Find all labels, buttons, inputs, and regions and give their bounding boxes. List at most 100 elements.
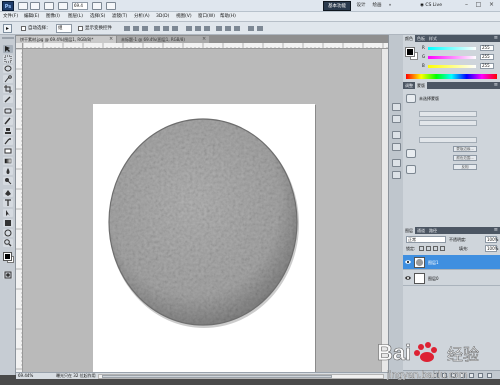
menu-select[interactable]: 选择(S) bbox=[89, 13, 106, 21]
canvas-area[interactable] bbox=[23, 49, 388, 372]
eye-icon[interactable] bbox=[405, 275, 411, 281]
screen-mode-icon[interactable] bbox=[106, 2, 116, 10]
maximize-button[interactable]: □ bbox=[474, 1, 483, 10]
blue-value-input[interactable]: 255 bbox=[480, 63, 494, 69]
blue-slider-track[interactable] bbox=[428, 65, 476, 68]
eye-icon[interactable] bbox=[405, 259, 411, 265]
green-value-input[interactable]: 255 bbox=[480, 54, 494, 60]
density-field[interactable] bbox=[419, 111, 477, 117]
tab-adjustments[interactable]: 调整 bbox=[403, 82, 415, 89]
invert-button[interactable]: 反相 bbox=[453, 164, 477, 170]
menu-help[interactable]: 帮助(H) bbox=[219, 13, 237, 21]
green-slider-track[interactable] bbox=[428, 56, 476, 59]
panel-menu-icon[interactable]: ≡ bbox=[494, 82, 498, 88]
quick-mask-icon[interactable] bbox=[3, 271, 13, 279]
3d-rotate-tool-icon[interactable] bbox=[3, 229, 13, 237]
tab-close-icon[interactable]: × bbox=[202, 36, 206, 42]
close-window-button[interactable]: × bbox=[487, 1, 496, 10]
auto-select-checkbox[interactable] bbox=[21, 26, 26, 31]
workspace-painting-button[interactable]: 绘画 bbox=[370, 1, 384, 11]
clone-source-panel-icon[interactable] bbox=[392, 171, 401, 179]
dodge-tool-icon[interactable] bbox=[3, 177, 13, 185]
menu-file[interactable]: 文件(F) bbox=[2, 13, 19, 21]
tab-layers[interactable]: 图层 bbox=[403, 227, 415, 234]
healing-brush-tool-icon[interactable] bbox=[3, 107, 13, 115]
tab-color[interactable]: 颜色 bbox=[403, 35, 415, 42]
bridge-icon[interactable] bbox=[18, 2, 28, 10]
arrange-documents-icon[interactable] bbox=[92, 2, 102, 10]
marquee-tool-icon[interactable] bbox=[3, 55, 13, 63]
pen-tool-icon[interactable] bbox=[3, 189, 13, 197]
tab-paths[interactable]: 路径 bbox=[427, 227, 439, 234]
layer-name[interactable]: 图层1 bbox=[428, 259, 439, 266]
zoom-select[interactable]: 69.4 bbox=[72, 2, 88, 10]
horizontal-scrollbar[interactable] bbox=[98, 374, 384, 379]
tab-styles[interactable]: 样式 bbox=[427, 35, 439, 42]
panel-menu-icon[interactable]: ≡ bbox=[494, 35, 498, 41]
layer-row[interactable]: 图层1 bbox=[403, 255, 500, 270]
lasso-tool-icon[interactable] bbox=[3, 65, 13, 73]
blend-mode-select[interactable]: 正常 bbox=[406, 236, 446, 243]
hand-zoom-icon[interactable] bbox=[58, 2, 68, 10]
vertical-ruler[interactable] bbox=[16, 49, 23, 372]
clone-stamp-tool-icon[interactable] bbox=[3, 127, 13, 135]
menu-view[interactable]: 视图(V) bbox=[175, 13, 193, 21]
shape-tool-icon[interactable] bbox=[3, 219, 13, 227]
show-transform-checkbox[interactable] bbox=[78, 26, 83, 31]
quick-select-tool-icon[interactable] bbox=[3, 75, 13, 83]
document-canvas[interactable] bbox=[93, 104, 315, 372]
layer-row[interactable]: 图层0 bbox=[403, 271, 500, 286]
menu-analysis[interactable]: 分析(A) bbox=[133, 13, 151, 21]
cs-live-button[interactable]: ◉ CS Live bbox=[420, 1, 442, 11]
mask-edge-button[interactable]: 蒙版边缘... bbox=[453, 146, 477, 152]
tab-masks[interactable]: 蒙版 bbox=[415, 82, 427, 89]
brush-panel-icon[interactable] bbox=[392, 159, 401, 167]
blur-tool-icon[interactable] bbox=[3, 167, 13, 175]
workspace-design-button[interactable]: 设计 bbox=[354, 1, 368, 11]
feather-field[interactable] bbox=[419, 120, 477, 126]
document-info[interactable]: 曝光只在 32 位起作用 bbox=[56, 373, 96, 379]
tab-channels[interactable]: 通道 bbox=[415, 227, 427, 234]
extras-icon[interactable] bbox=[44, 2, 54, 10]
mask-apply-icon[interactable] bbox=[406, 165, 416, 174]
workspace-more-button[interactable]: » bbox=[386, 1, 394, 11]
auto-select-target-select[interactable]: 组 bbox=[56, 24, 72, 33]
color-range-button[interactable]: 颜色范围... bbox=[453, 155, 477, 161]
tab-close-icon[interactable]: × bbox=[109, 36, 113, 42]
layer-name[interactable]: 图层0 bbox=[428, 275, 439, 282]
zoom-level[interactable]: 69.44% bbox=[18, 373, 33, 379]
horizontal-scrollbar-thumb[interactable] bbox=[102, 375, 332, 378]
gradient-tool-icon[interactable] bbox=[3, 157, 13, 165]
history-panel-icon[interactable] bbox=[392, 103, 401, 111]
move-tool-icon[interactable] bbox=[3, 45, 13, 53]
zoom-tool-icon[interactable] bbox=[3, 239, 13, 247]
crop-tool-icon[interactable] bbox=[3, 85, 13, 93]
character-panel-icon[interactable] bbox=[392, 131, 401, 139]
workspace-essentials-button[interactable]: 基本功能 bbox=[323, 1, 351, 11]
color-panel-foreground-swatch[interactable] bbox=[405, 47, 415, 57]
eyedropper-tool-icon[interactable] bbox=[3, 95, 13, 103]
tab-cookie-document[interactable]: 饼干素材.jpg @ 69.4%(图层1, RGB/8)* bbox=[16, 36, 116, 43]
mask-mode-icon[interactable] bbox=[406, 149, 416, 158]
history-brush-tool-icon[interactable] bbox=[3, 137, 13, 145]
menu-filter[interactable]: 滤镜(T) bbox=[111, 13, 128, 21]
tab-untitled-document[interactable]: 未标题-1 @ 69.4%(图层1, RGB/8) bbox=[117, 36, 209, 43]
actions-panel-icon[interactable] bbox=[392, 115, 401, 123]
menu-image[interactable]: 图像(I) bbox=[45, 13, 61, 21]
vertical-scrollbar[interactable] bbox=[381, 49, 388, 372]
menu-layer[interactable]: 图层(L) bbox=[67, 13, 84, 21]
mini-bridge-icon[interactable] bbox=[30, 2, 40, 10]
menu-window[interactable]: 窗口(W) bbox=[197, 13, 216, 21]
minimize-button[interactable]: – bbox=[462, 1, 471, 10]
paragraph-panel-icon[interactable] bbox=[392, 143, 401, 151]
panel-menu-icon[interactable]: ≡ bbox=[494, 227, 498, 233]
type-tool-icon[interactable] bbox=[3, 199, 13, 207]
eraser-tool-icon[interactable] bbox=[3, 147, 13, 155]
lock-icons[interactable] bbox=[419, 246, 447, 252]
menu-edit[interactable]: 编辑(E) bbox=[23, 13, 40, 21]
refine-field[interactable] bbox=[419, 137, 477, 143]
fill-input[interactable]: 100% bbox=[485, 245, 498, 252]
brush-tool-icon[interactable] bbox=[3, 117, 13, 125]
opacity-input[interactable]: 100% bbox=[485, 236, 498, 243]
tab-swatches[interactable]: 色板 bbox=[415, 35, 427, 42]
